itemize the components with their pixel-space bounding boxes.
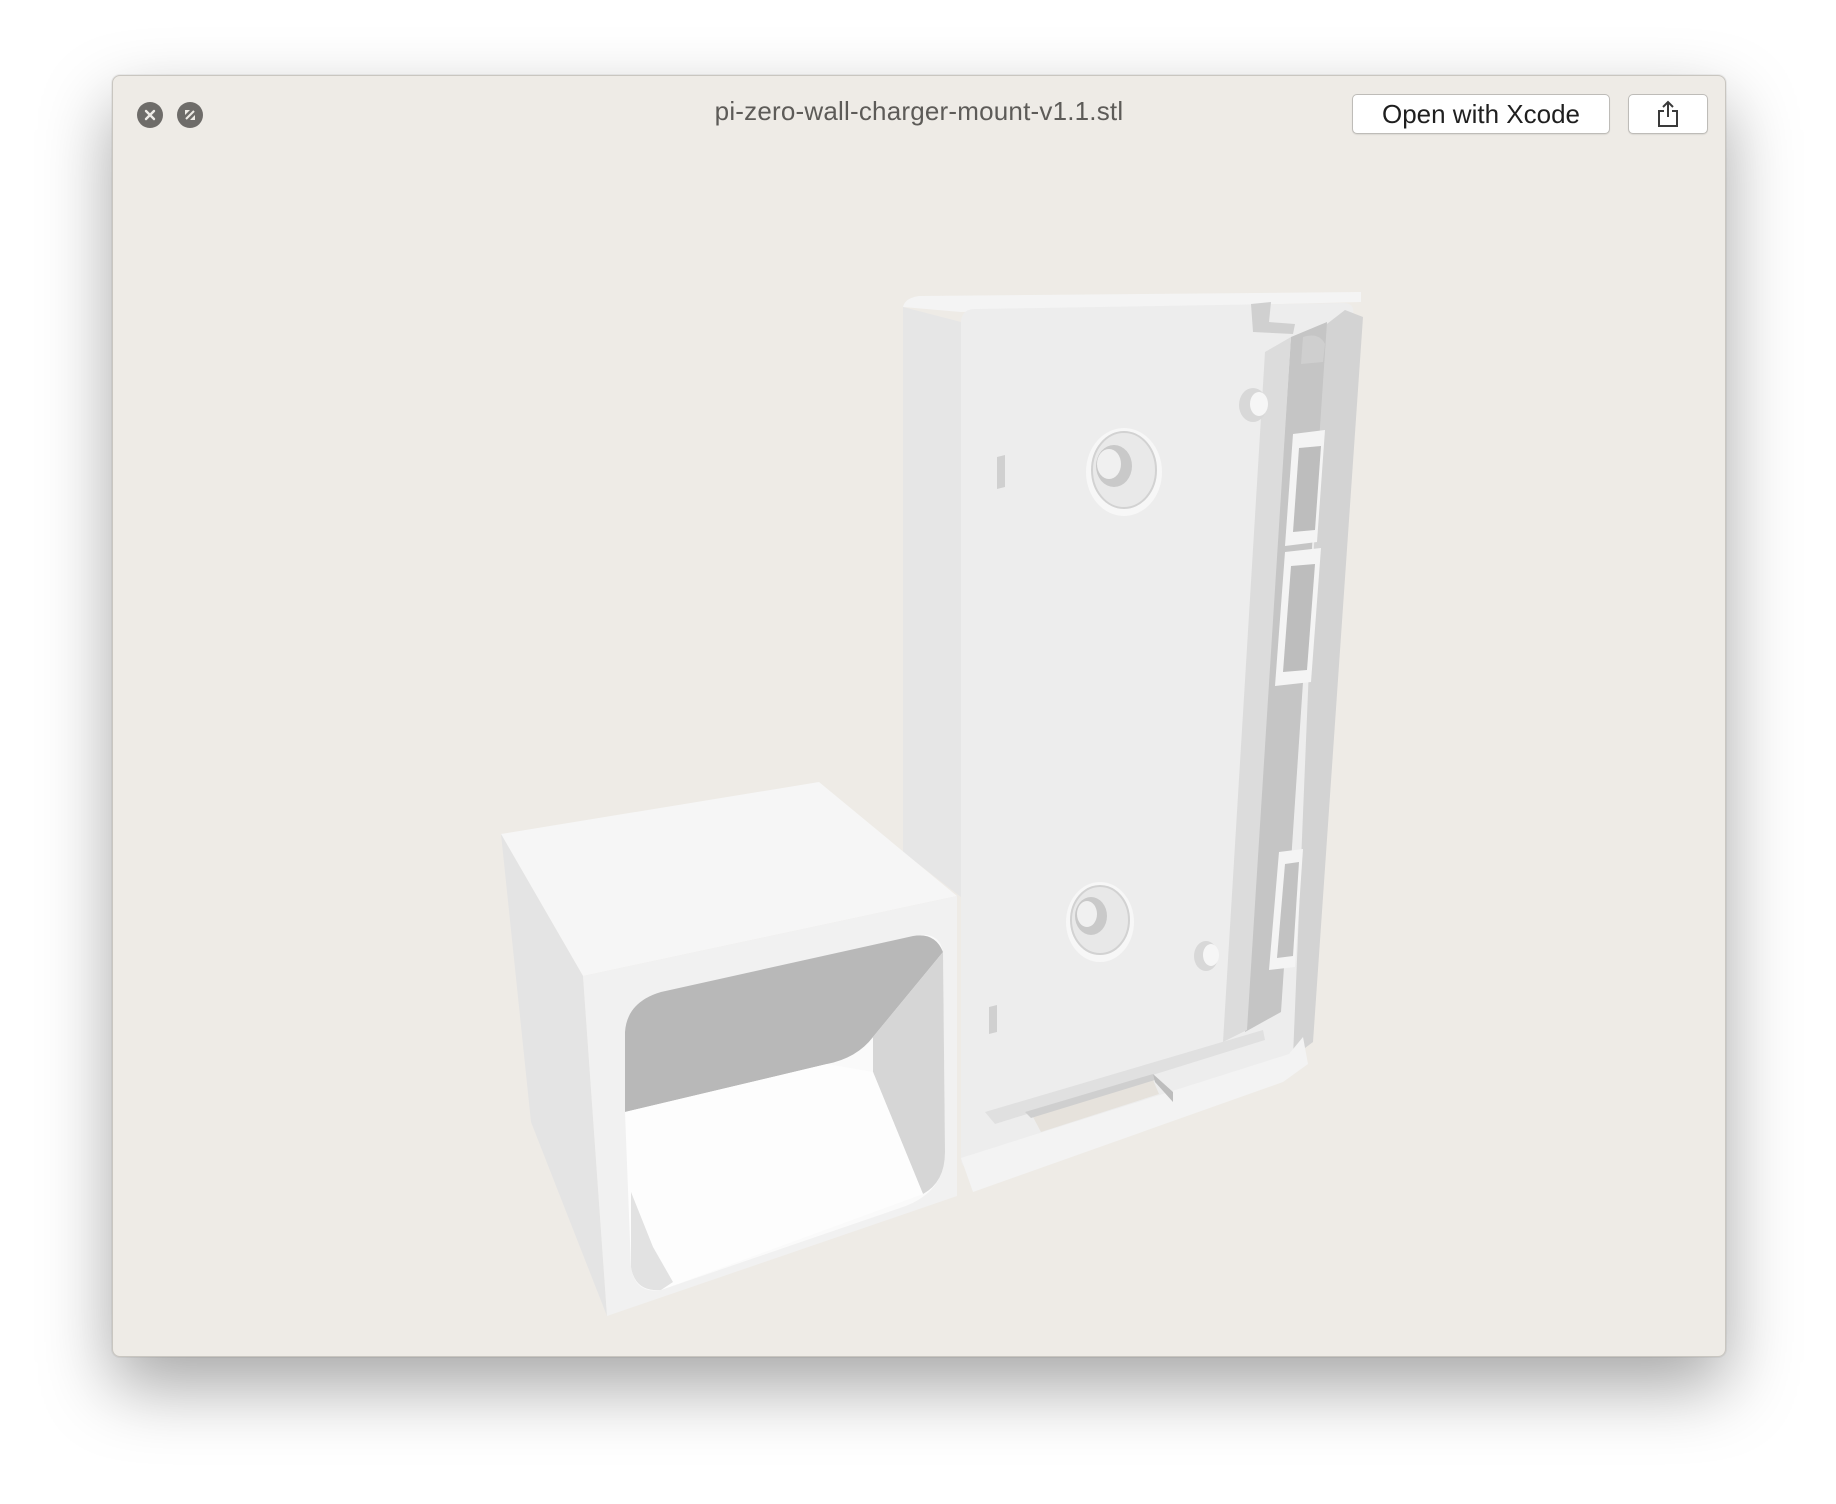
quicklook-window: pi-zero-wall-charger-mount-v1.1.stl Open… xyxy=(112,75,1726,1357)
title-bar[interactable]: pi-zero-wall-charger-mount-v1.1.stl Open… xyxy=(113,76,1725,152)
model-viewport[interactable] xyxy=(113,152,1725,1356)
3d-model-render[interactable] xyxy=(113,152,1725,1356)
open-with-xcode-button[interactable]: Open with Xcode xyxy=(1352,94,1610,134)
enclosure-left-wall xyxy=(903,307,961,897)
share-icon xyxy=(1658,100,1678,127)
share-button[interactable] xyxy=(1628,94,1708,134)
